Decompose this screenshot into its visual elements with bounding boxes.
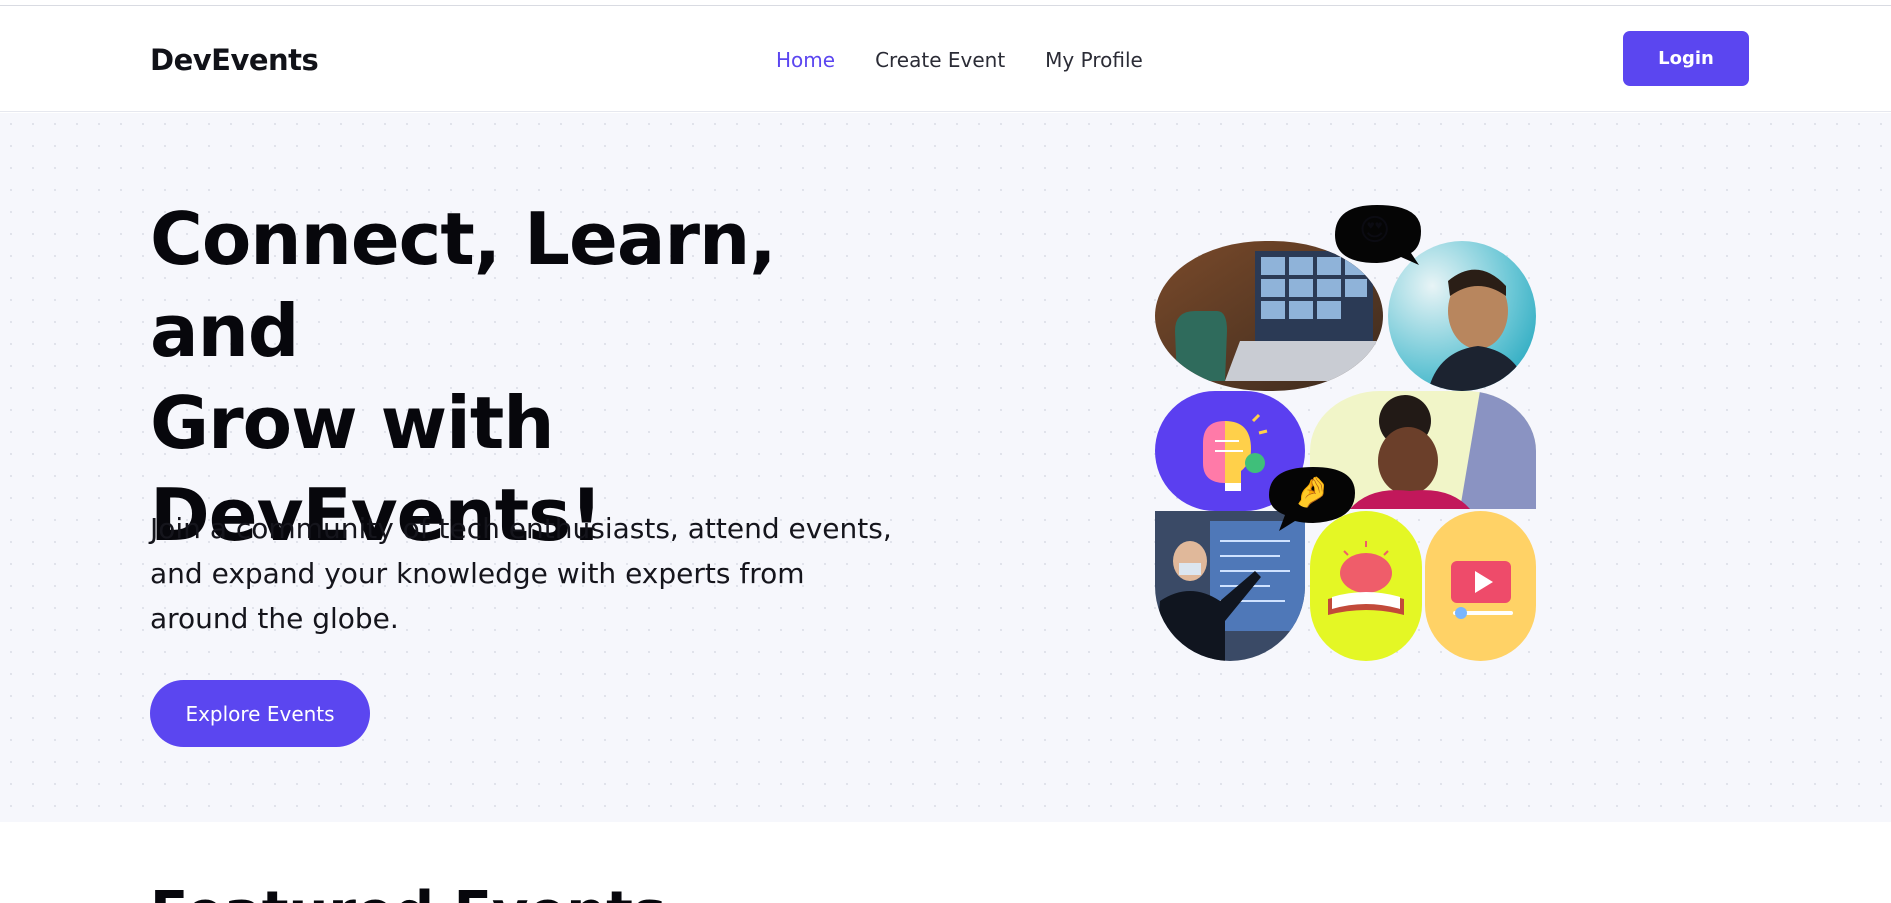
nav-link-create-event[interactable]: Create Event <box>875 48 1005 72</box>
heart-eyes-emoji-bubble: 😍 <box>1331 201 1425 273</box>
hero-subtitle: Join a community of tech enthusiasts, at… <box>150 506 970 641</box>
featured-events-heading: Featured Events <box>150 880 666 903</box>
brain-book-icon <box>1310 511 1422 661</box>
pinching-hand-emoji: 🤌 <box>1293 476 1331 509</box>
heart-eyes-emoji: 😍 <box>1359 214 1391 247</box>
hero-subtitle-line: and expand your knowledge with experts f… <box>150 557 805 590</box>
video-play-icon <box>1425 511 1536 661</box>
nav-link-home[interactable]: Home <box>776 48 835 72</box>
nav-link-my-profile[interactable]: My Profile <box>1045 48 1143 72</box>
login-button[interactable]: Login <box>1623 31 1749 86</box>
hero-section: Connect, Learn, and Grow with DevEvents!… <box>0 113 1891 822</box>
brand-logo[interactable]: DevEvents <box>150 43 319 77</box>
hero-subtitle-line: around the globe. <box>150 602 399 635</box>
explore-events-button[interactable]: Explore Events <box>150 680 370 747</box>
hero-collage: 😍 🤌 <box>1155 183 1555 661</box>
hero-subtitle-line: Join a community of tech enthusiasts, at… <box>150 512 892 545</box>
nav-links: Home Create Event My Profile <box>776 48 1143 72</box>
hero-title-line: Connect, Learn, and <box>150 197 777 373</box>
hero-title-line: Grow with <box>150 381 555 465</box>
pinching-hand-emoji-bubble: 🤌 <box>1263 461 1359 533</box>
navbar: DevEvents Home Create Event My Profile L… <box>0 6 1891 112</box>
presenter-photo <box>1155 511 1305 661</box>
